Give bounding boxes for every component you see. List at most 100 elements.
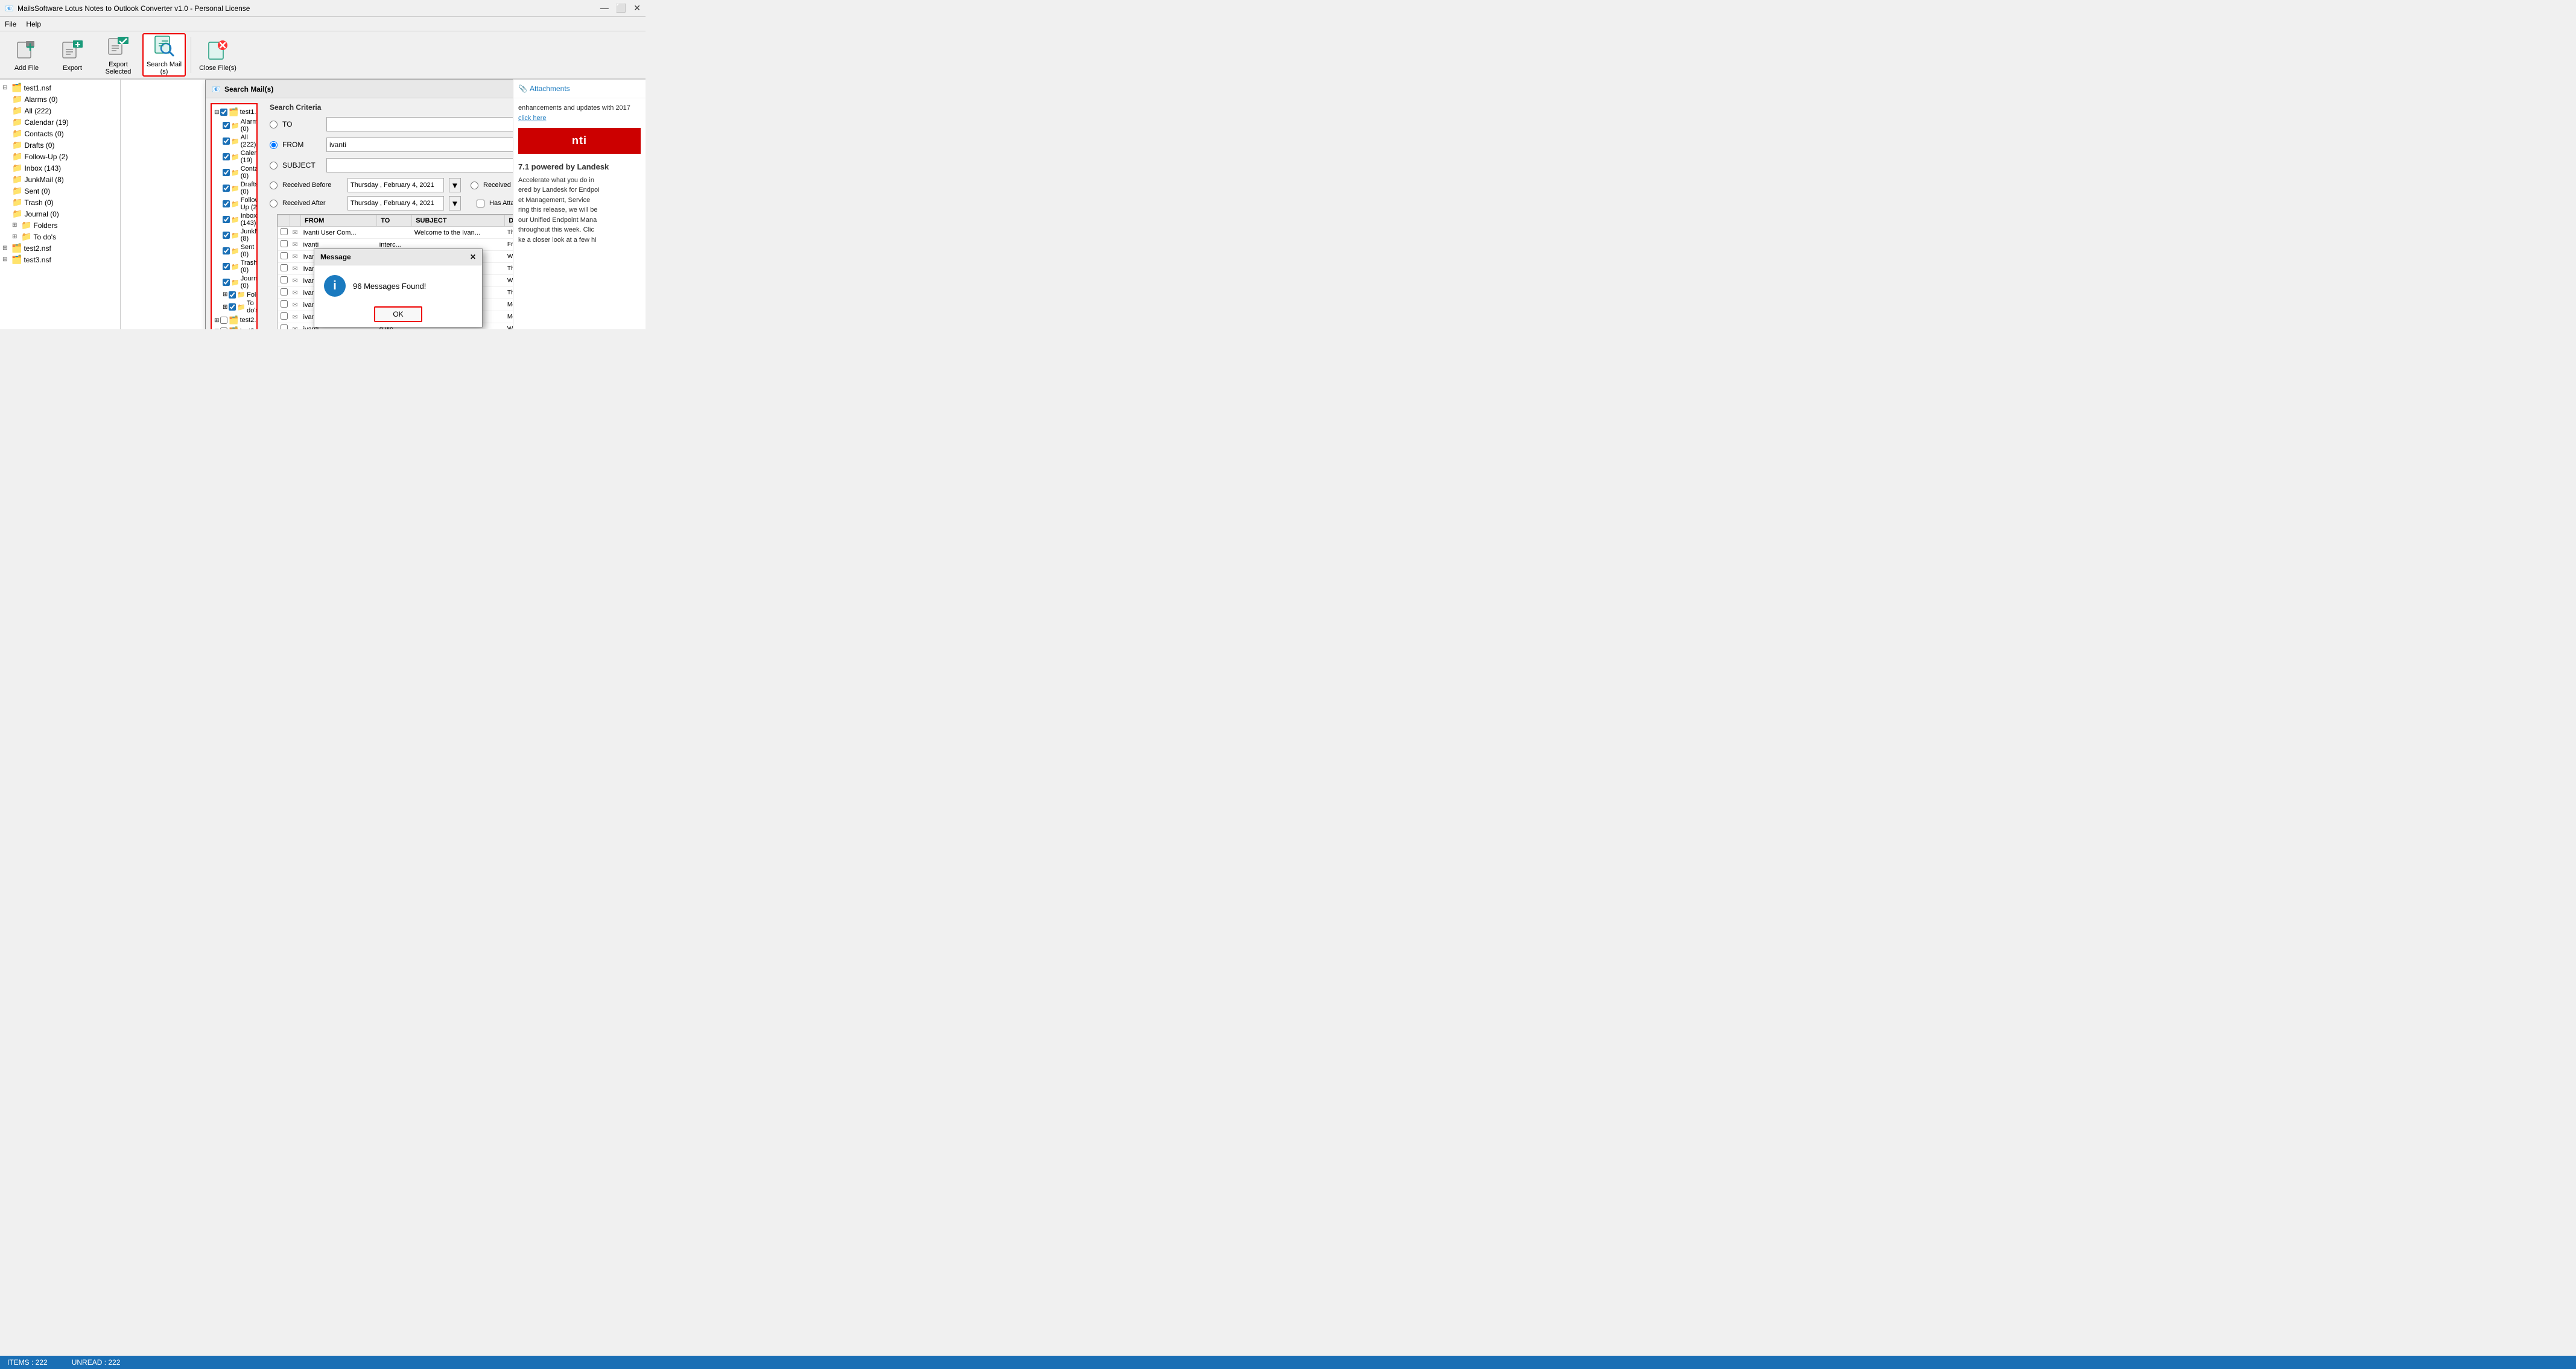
title-bar-controls[interactable]: — ⬜ ✕	[600, 3, 641, 13]
row-checkbox-3[interactable]	[281, 264, 288, 271]
sidebar-item-drafts[interactable]: 📁 Drafts (0)	[12, 139, 118, 151]
row-checkbox-1[interactable]	[281, 240, 288, 247]
sidebar-item-folders[interactable]: ⊞ 📁 Folders	[12, 220, 118, 231]
received-before-input[interactable]	[347, 178, 444, 192]
radio-received-on[interactable]	[471, 182, 478, 189]
checkbox-inbox[interactable]	[223, 216, 230, 223]
checkbox-contacts[interactable]	[223, 169, 230, 176]
sidebar-item-followup[interactable]: 📁 Follow-Up (2)	[12, 151, 118, 162]
checkbox-journal[interactable]	[223, 279, 230, 286]
minimize-button[interactable]: —	[600, 3, 609, 13]
sidebar-item-sent[interactable]: 📁 Sent (0)	[12, 185, 118, 197]
row-checkbox-7[interactable]	[281, 312, 288, 320]
checkbox-trash[interactable]	[223, 263, 230, 270]
dialog-tree-calendar[interactable]: 📁 Calendar (19)	[223, 149, 254, 165]
collapse-test3[interactable]: ⊞	[2, 256, 10, 263]
export-selected-button[interactable]: Export Selected	[97, 33, 140, 77]
sidebar-item-test1[interactable]: ⊟ 🗂️ test1.nsf	[2, 82, 118, 93]
row-checkbox-0[interactable]	[281, 228, 288, 235]
ok-button[interactable]: OK	[374, 306, 422, 322]
collapse-dialog-test3[interactable]: ⊞	[214, 328, 219, 330]
sidebar-item-calendar[interactable]: 📁 Calendar (19)	[12, 116, 118, 128]
table-row[interactable]: ✉ Ivanti User Com... Welcome to the Ivan…	[278, 227, 513, 239]
sidebar-item-junkmail[interactable]: 📁 JunkMail (8)	[12, 174, 118, 185]
checkbox-sent[interactable]	[223, 247, 230, 255]
dialog-tree-all[interactable]: 📁 All (222)	[223, 133, 254, 149]
collapse-dialog-todos[interactable]: ⊞	[223, 304, 227, 311]
radio-subject[interactable]	[270, 162, 278, 169]
dialog-tree-test1[interactable]: ⊟ 🗂️ test1.nsf	[214, 107, 254, 118]
checkbox-folders[interactable]	[229, 291, 236, 299]
sidebar-item-alarms[interactable]: 📁 Alarms (0)	[12, 93, 118, 105]
checkbox-followup[interactable]	[223, 200, 230, 207]
checkbox-calendar[interactable]	[223, 153, 230, 160]
radio-received-after[interactable]	[270, 200, 278, 207]
dialog-tree-test2[interactable]: ⊞ 🗂️ test2.nsf	[214, 315, 254, 326]
sidebar-item-all[interactable]: 📁 All (222)	[12, 105, 118, 116]
sidebar-item-test2[interactable]: ⊞ 🗂️ test2.nsf	[2, 242, 118, 254]
right-link[interactable]: click here	[518, 115, 546, 122]
row-checkbox-5[interactable]	[281, 288, 288, 296]
search-mail-button[interactable]: Search Mail (s)	[142, 33, 186, 77]
checkbox-test3[interactable]	[220, 327, 227, 329]
checkbox-alarms[interactable]	[223, 122, 230, 129]
message-close-button[interactable]: ✕	[470, 253, 476, 261]
menu-help[interactable]: Help	[26, 20, 41, 28]
sidebar-item-trash[interactable]: 📁 Trash (0)	[12, 197, 118, 208]
row-datetime-1: Friday, April 28, 2017 11:39:10 PM	[505, 239, 513, 251]
radio-received-before[interactable]	[270, 182, 278, 189]
maximize-button[interactable]: ⬜	[616, 3, 626, 13]
add-file-button[interactable]: Add File	[5, 33, 48, 77]
sidebar-item-inbox[interactable]: 📁 Inbox (143)	[12, 162, 118, 174]
close-file-button[interactable]: Close File(s)	[196, 33, 240, 77]
dialog-tree-inbox[interactable]: 📁 Inbox (143)	[223, 212, 254, 227]
radio-to[interactable]	[270, 121, 278, 128]
checkbox-all[interactable]	[223, 138, 230, 145]
dialog-tree-trash[interactable]: 📁 Trash (0)	[223, 259, 254, 274]
close-button[interactable]: ✕	[633, 3, 641, 13]
row-checkbox-6[interactable]	[281, 300, 288, 308]
sidebar-item-todos[interactable]: ⊞ 📁 To do's	[12, 231, 118, 242]
nsf-icon-test1: 🗂️	[11, 83, 22, 93]
dialog-tree-contacts[interactable]: 📁 Contacts (0)	[223, 165, 254, 180]
checkbox-test2[interactable]	[220, 317, 227, 324]
dialog-tree-alarms[interactable]: 📁 Alarms (0)	[223, 118, 254, 133]
row-checkbox-8[interactable]	[281, 324, 288, 329]
collapse-dialog-test1[interactable]: ⊟	[214, 109, 219, 116]
collapse-dialog-folders[interactable]: ⊞	[223, 291, 227, 298]
collapse-test2[interactable]: ⊞	[2, 245, 10, 251]
dialog-tree-folders[interactable]: ⊞ 📁 Folders	[223, 290, 254, 299]
to-input[interactable]	[326, 117, 513, 131]
menu-file[interactable]: File	[5, 20, 16, 28]
dialog-tree-test3[interactable]: ⊞ 🗂️ test3.nsf	[214, 326, 254, 329]
collapse-dialog-test2[interactable]: ⊞	[214, 317, 219, 324]
sidebar-item-journal[interactable]: 📁 Journal (0)	[12, 208, 118, 220]
export-button[interactable]: Export	[51, 33, 94, 77]
collapse-todos[interactable]: ⊞	[12, 233, 19, 240]
collapse-test1[interactable]: ⊟	[2, 84, 10, 91]
checkbox-drafts[interactable]	[223, 185, 230, 192]
dialog-tree-todos[interactable]: ⊞ 📁 To do's	[223, 299, 254, 315]
row-checkbox-2[interactable]	[281, 252, 288, 259]
checkbox-has-attachments[interactable]	[477, 200, 484, 207]
sidebar-item-contacts[interactable]: 📁 Contacts (0)	[12, 128, 118, 139]
dialog-tree-followup[interactable]: 📁 Follow-Up (2)	[223, 196, 254, 212]
checkbox-test1[interactable]	[220, 109, 227, 116]
radio-from[interactable]	[270, 141, 278, 149]
sidebar-item-test3[interactable]: ⊞ 🗂️ test3.nsf	[2, 254, 118, 265]
checkbox-todos[interactable]	[229, 303, 236, 311]
checkbox-junkmail[interactable]	[223, 232, 230, 239]
received-after-input[interactable]	[347, 196, 444, 210]
from-label: FROM	[282, 141, 322, 149]
subject-input[interactable]	[326, 158, 513, 172]
row-checkbox-4[interactable]	[281, 276, 288, 283]
received-after-dropdown[interactable]: ▼	[449, 196, 461, 210]
dialog-tree-sent[interactable]: 📁 Sent (0)	[223, 243, 254, 259]
received-before-dropdown[interactable]: ▼	[449, 178, 461, 192]
sidebar-tree: ⊟ 🗂️ test1.nsf 📁 Alarms (0) 📁 All (222) …	[0, 80, 121, 329]
dialog-tree-drafts[interactable]: 📁 Drafts (0)	[223, 180, 254, 196]
collapse-folders[interactable]: ⊞	[12, 222, 19, 229]
dialog-tree-junkmail[interactable]: 📁 JunkMail (8)	[223, 227, 254, 243]
dialog-tree-journal[interactable]: 📁 Journal (0)	[223, 274, 254, 290]
from-input[interactable]	[326, 138, 513, 152]
